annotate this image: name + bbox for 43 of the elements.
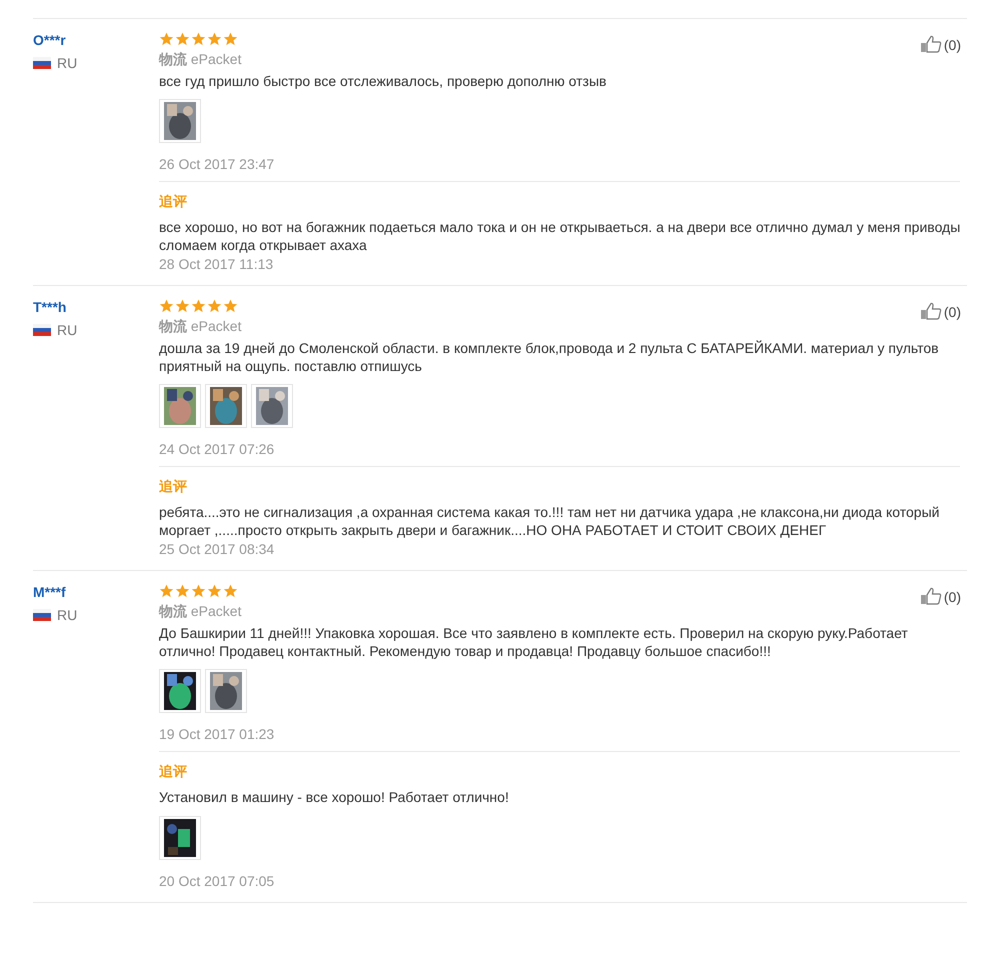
shipping-label: 物流 bbox=[159, 603, 187, 619]
shipping-label: 物流 bbox=[159, 51, 187, 67]
review-date: 19 Oct 2017 01:23 bbox=[159, 725, 276, 743]
follow-up-label: 追评 bbox=[159, 477, 188, 495]
thumbs-up-icon bbox=[920, 587, 942, 605]
follow-up-label: 追评 bbox=[159, 192, 188, 210]
thumbs-up-icon bbox=[920, 35, 942, 53]
like-button[interactable]: (0) bbox=[920, 587, 961, 605]
shipping-method: ePacket bbox=[190, 51, 242, 67]
review-text: дошла за 19 дней до Смоленской области. в комплекте блок,провода и 2 пульта С БАТАРЕЙКАМИ. материал у пультов приятный на ощупь. поставлю отпишусь bbox=[159, 339, 940, 375]
photo-thumbnail[interactable] bbox=[205, 384, 247, 428]
photo-thumbnail[interactable] bbox=[251, 384, 293, 428]
shipping-method: ePacket bbox=[190, 603, 242, 619]
photo-thumbnail[interactable] bbox=[205, 669, 247, 713]
review-date: 24 Oct 2017 07:26 bbox=[159, 440, 276, 458]
reviewer-name[interactable]: O***r bbox=[33, 31, 159, 49]
flag-icon bbox=[33, 57, 51, 69]
follow-up-text: все хорошо, но вот на богажник подаеться мало тока и он не открываеться. а на двери все отлично думал у меня приводы сломаем когда открывает ахаха bbox=[159, 218, 962, 254]
photo-thumbnail[interactable] bbox=[159, 669, 201, 713]
flag-icon bbox=[33, 609, 51, 621]
thumbs-up-icon bbox=[920, 302, 942, 320]
like-button[interactable]: (0) bbox=[920, 302, 961, 320]
photo-thumbnail[interactable] bbox=[159, 99, 201, 143]
country-code: RU bbox=[57, 322, 78, 338]
follow-up-text: Установил в машину - все хорошо! Работает отлично! bbox=[159, 788, 510, 806]
country-code: RU bbox=[57, 55, 78, 71]
shipping-method: ePacket bbox=[190, 318, 242, 334]
review-text: До Башкирии 11 дней!!! Упаковка хорошая. Все что заявлено в комплекте есть. Проверил на скорую руку.Работает отлично! Продавец контактный. Рекомендую товар и продавца! Продавцу большое спасибо!!! bbox=[159, 624, 909, 660]
follow-up-text: ребята....это не сигнализация ,а охранная система какая то.!!! там нет ни датчика удара ,не клаксона,ни диода который моргает ,.....просто открыть закрыть двери и багажник....НО ОНА РАБОТАЕТ И СТОИТ СВОИХ ДЕНЕГ bbox=[159, 503, 940, 539]
shipping-label: 物流 bbox=[159, 318, 187, 334]
country-code: RU bbox=[57, 607, 78, 623]
follow-up-date: 28 Oct 2017 11:13 bbox=[159, 255, 274, 273]
reviewer-name[interactable]: M***f bbox=[33, 583, 159, 601]
review-date: 26 Oct 2017 23:47 bbox=[159, 155, 276, 173]
follow-up-label: 追评 bbox=[159, 762, 188, 780]
review-text: все гуд пришло быстро все отслеживалось, проверю дополню отзыв bbox=[159, 72, 608, 90]
like-button[interactable]: (0) bbox=[920, 35, 961, 53]
follow-up-date: 25 Oct 2017 08:34 bbox=[159, 540, 276, 558]
flag-icon bbox=[33, 324, 51, 336]
photo-thumbnail[interactable] bbox=[159, 384, 201, 428]
follow-up-date: 20 Oct 2017 07:05 bbox=[159, 872, 276, 890]
reviewer-name[interactable]: T***h bbox=[33, 298, 159, 316]
photo-thumbnail[interactable] bbox=[159, 816, 201, 860]
